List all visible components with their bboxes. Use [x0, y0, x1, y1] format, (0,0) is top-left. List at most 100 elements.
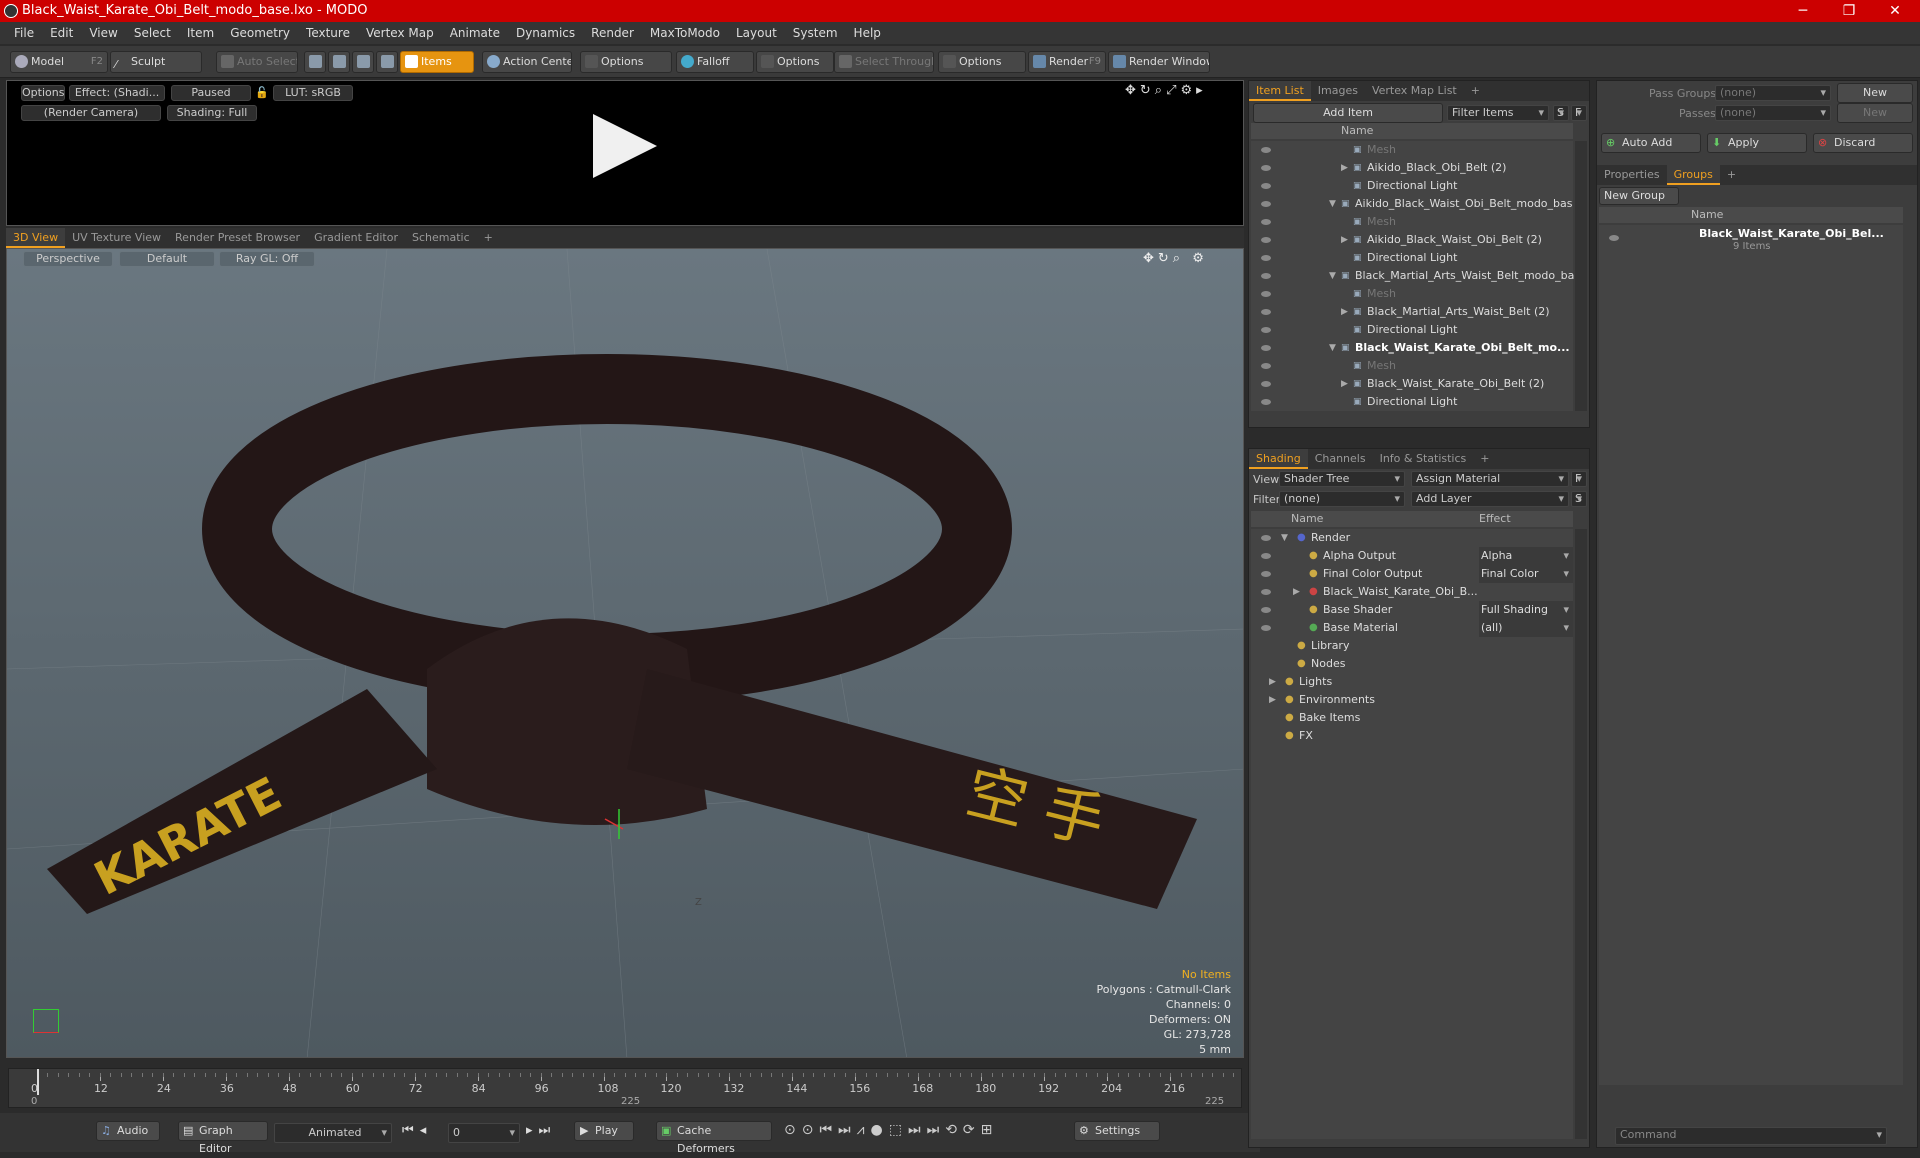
shader-row[interactable]: ● Bake Items: [1251, 709, 1573, 727]
eye-icon[interactable]: [1261, 625, 1271, 631]
settings-button[interactable]: ⚙ Settings: [1074, 1121, 1160, 1141]
item-list-scrollbar[interactable]: [1575, 141, 1587, 411]
shader-row[interactable]: ▶ ● Black_Waist_Karate_Obi_B...: [1251, 583, 1573, 601]
3d-viewport[interactable]: Perspective Default Ray GL: Off ✥↻⌕ ⚙ KA…: [6, 248, 1244, 1058]
polygons-mode-icon[interactable]: [352, 51, 374, 73]
shader-row[interactable]: ● Alpha Output Alpha ▾: [1251, 547, 1573, 565]
item-row[interactable]: ▣ Directional Light: [1251, 393, 1573, 411]
effect-dropdown[interactable]: (all) ▾: [1479, 619, 1573, 637]
action-center-options-button[interactable]: Options: [580, 51, 672, 73]
preview-nav-icons[interactable]: ✥↻⌕⤢⚙▸: [1125, 83, 1207, 98]
menu-vertex-map[interactable]: Vertex Map: [358, 26, 442, 40]
falloff-button[interactable]: Falloff: [676, 51, 754, 73]
shading-dropdown[interactable]: Shading: Full: [167, 105, 257, 121]
shader-row[interactable]: ● Final Color Output Final Color ▾: [1251, 565, 1573, 583]
filter-f-button[interactable]: F: [1571, 105, 1587, 121]
eye-icon[interactable]: [1609, 235, 1619, 241]
menu-edit[interactable]: Edit: [42, 26, 81, 40]
item-row[interactable]: ▼ ▣ Black_Waist_Karate_Obi_Belt_mo...: [1251, 339, 1573, 357]
select-through-button[interactable]: Select Through: [834, 51, 934, 73]
playhead[interactable]: [37, 1069, 39, 1095]
eye-icon[interactable]: [1261, 273, 1271, 279]
item-row[interactable]: ▶ ▣ Aikido_Black_Waist_Obi_Belt (2): [1251, 231, 1573, 249]
expand-icon[interactable]: ▶: [1341, 303, 1348, 321]
model-mode-button[interactable]: Model F2: [10, 51, 108, 73]
eye-icon[interactable]: [1261, 291, 1271, 297]
render-button[interactable]: Render F9: [1028, 51, 1106, 73]
eye-icon[interactable]: [1261, 327, 1271, 333]
shader-row[interactable]: ▶ ● Lights: [1251, 673, 1573, 691]
shader-row[interactable]: ▶ ● Environments: [1251, 691, 1573, 709]
lut-dropdown[interactable]: LUT: sRGB: [273, 85, 353, 101]
menu-layout[interactable]: Layout: [728, 26, 785, 40]
cache-deformers-button[interactable]: ▣ Cache Deformers: [656, 1121, 772, 1155]
next-key-icons[interactable]: ▸⏭: [526, 1123, 556, 1138]
expand-icon[interactable]: ▶: [1341, 231, 1348, 249]
item-row[interactable]: ▼ ▣ Aikido_Black_Waist_Obi_Belt_modo_bas .…: [1251, 195, 1586, 213]
shader-row[interactable]: ● Library: [1251, 637, 1573, 655]
eye-icon[interactable]: [1261, 363, 1271, 369]
new-pass-group-button[interactable]: New: [1837, 83, 1913, 103]
eye-icon[interactable]: [1261, 201, 1271, 207]
eye-icon[interactable]: [1261, 237, 1271, 243]
expand-icon[interactable]: ▼: [1329, 339, 1336, 357]
shader-row[interactable]: ● Base Shader Full Shading ▾: [1251, 601, 1573, 619]
view-tab-4[interactable]: Schematic: [405, 228, 477, 248]
shading-tab-2[interactable]: Info & Statistics: [1373, 449, 1474, 469]
auto-add-button[interactable]: ⊕ Auto Add: [1601, 133, 1701, 153]
item-row[interactable]: ▶ ▣ Black_Martial_Arts_Waist_Belt (2): [1251, 303, 1573, 321]
render-camera-dropdown[interactable]: (Render Camera): [21, 105, 161, 121]
menu-file[interactable]: File: [6, 26, 42, 40]
shader-row[interactable]: ● Base Material (all) ▾: [1251, 619, 1573, 637]
shading-filter-dropdown[interactable]: (none): [1279, 491, 1405, 507]
eye-icon[interactable]: [1261, 381, 1271, 387]
discard-button[interactable]: ⊗ Discard: [1813, 133, 1913, 153]
expand-icon[interactable]: ▶: [1293, 583, 1300, 601]
eye-icon[interactable]: [1261, 255, 1271, 261]
effect-dropdown[interactable]: Full Shading ▾: [1479, 601, 1573, 619]
menu-texture[interactable]: Texture: [298, 26, 358, 40]
menu-system[interactable]: System: [785, 26, 846, 40]
eye-icon[interactable]: [1261, 571, 1271, 577]
item-row[interactable]: ▼ ▣ Black_Martial_Arts_Waist_Belt_modo_ba.…: [1251, 267, 1585, 285]
menu-maxtomodo[interactable]: MaxToModo: [642, 26, 728, 40]
item-list-tab-1[interactable]: Images: [1311, 81, 1365, 101]
menu-item[interactable]: Item: [179, 26, 222, 40]
add-layer-dropdown[interactable]: Add Layer: [1411, 491, 1569, 507]
items-mode-button[interactable]: Items: [400, 51, 474, 73]
shader-row[interactable]: ● Nodes: [1251, 655, 1573, 673]
new-pass-button[interactable]: New: [1837, 103, 1913, 123]
expand-icon[interactable]: ▶: [1341, 159, 1348, 177]
menu-select[interactable]: Select: [126, 26, 179, 40]
shader-row[interactable]: ● FX: [1251, 727, 1573, 745]
minimize-icon[interactable]: ─: [1780, 1, 1826, 21]
timeline[interactable]: 0 12 24 36 48 60 72 84 96 108 120 132 144 156 168 180 19…: [8, 1068, 1242, 1108]
eye-icon[interactable]: [1261, 183, 1271, 189]
shading-tab-1[interactable]: Channels: [1308, 449, 1373, 469]
expand-icon[interactable]: ▼: [1329, 267, 1336, 285]
pass-groups-dropdown[interactable]: (none): [1715, 85, 1831, 101]
menu-dynamics[interactable]: Dynamics: [508, 26, 583, 40]
shading-tab-3[interactable]: +: [1473, 449, 1496, 469]
action-center-button[interactable]: Action Center: [482, 51, 572, 73]
group-item-name[interactable]: Black_Waist_Karate_Obi_Bel...: [1699, 227, 1884, 240]
effect-dropdown[interactable]: Alpha ▾: [1479, 547, 1573, 565]
expand-icon[interactable]: ▶: [1269, 691, 1276, 709]
close-icon[interactable]: ✕: [1872, 1, 1918, 21]
lock-icon[interactable]: 🔓: [255, 86, 269, 99]
edges-mode-icon[interactable]: [328, 51, 350, 73]
view-tab-3[interactable]: Gradient Editor: [307, 228, 405, 248]
shader-row[interactable]: ▼ ● Render: [1251, 529, 1573, 547]
view-tab-2[interactable]: Render Preset Browser: [168, 228, 307, 248]
shading-s-button[interactable]: S: [1571, 491, 1587, 507]
item-row[interactable]: ▣ Mesh: [1251, 285, 1573, 303]
keyframe-tool-icons[interactable]: ⊙⊙⏮⏭⩘●⬚⏭⏭⟲⟳⊞: [784, 1122, 998, 1138]
menu-view[interactable]: View: [81, 26, 125, 40]
shading-f-button[interactable]: F: [1571, 471, 1587, 487]
render-window-button[interactable]: Render Window: [1108, 51, 1210, 73]
item-row[interactable]: ▶ ▣ Black_Waist_Karate_Obi_Belt (2): [1251, 375, 1573, 393]
prev-key-icons[interactable]: ⏮◂: [402, 1123, 432, 1138]
eye-icon[interactable]: [1261, 589, 1271, 595]
item-list-tab-3[interactable]: +: [1464, 81, 1487, 101]
view-tab-1[interactable]: UV Texture View: [65, 228, 168, 248]
